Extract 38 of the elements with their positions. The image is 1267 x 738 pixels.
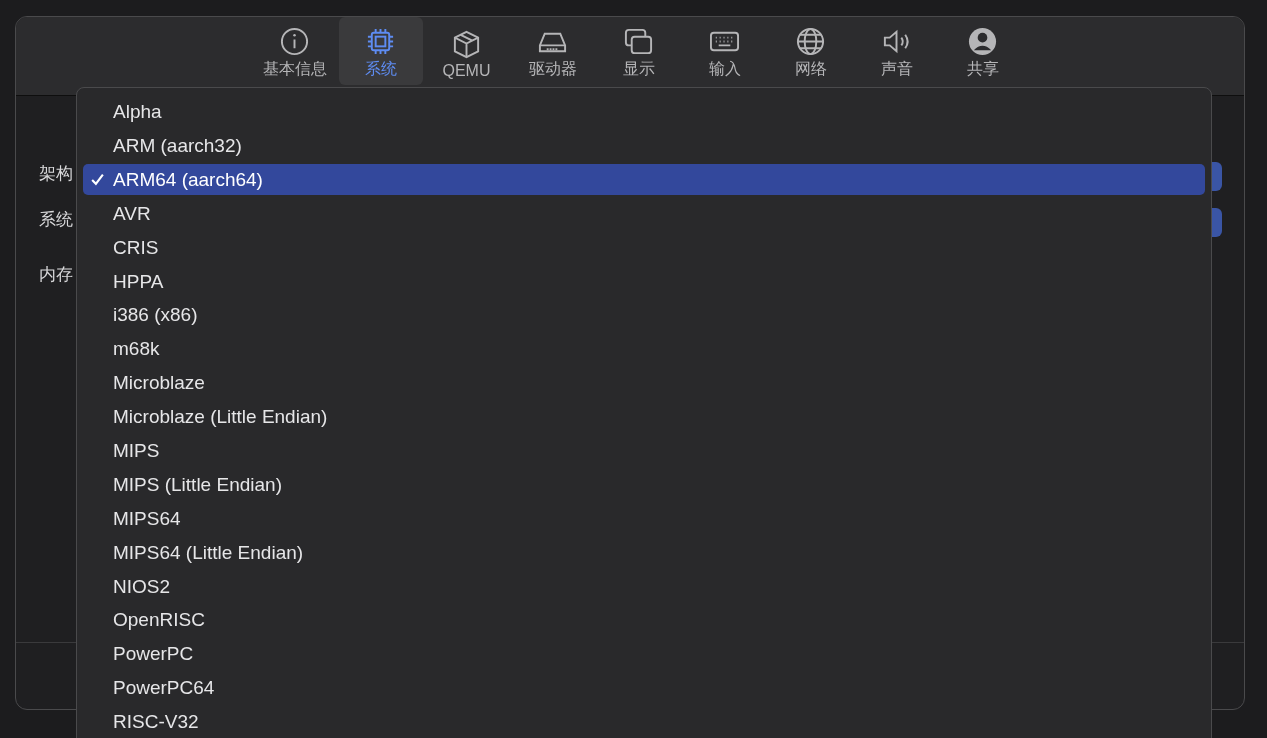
field-label: 架构 bbox=[39, 164, 73, 184]
menu-item[interactable]: NIOS2 bbox=[83, 569, 1205, 604]
windows-icon bbox=[623, 26, 654, 57]
chip-icon bbox=[365, 26, 396, 57]
globe-icon bbox=[795, 26, 826, 57]
menu-item[interactable]: HPPA bbox=[83, 264, 1205, 299]
menu-item[interactable]: Alpha bbox=[83, 95, 1205, 129]
menu-item[interactable]: i386 (x86) bbox=[83, 298, 1205, 333]
menu-item[interactable]: Microblaze bbox=[83, 366, 1205, 401]
menu-item[interactable]: OpenRISC bbox=[83, 603, 1205, 638]
toolbar-tab[interactable]: QEMU bbox=[424, 17, 509, 85]
menu-item[interactable]: ARM (aarch32) bbox=[83, 128, 1205, 163]
menu-item[interactable]: MIPS bbox=[83, 434, 1205, 468]
toolbar-tab[interactable]: 驱动器 bbox=[510, 17, 595, 85]
menu-item[interactable]: AVR bbox=[83, 196, 1205, 231]
toolbar-tab[interactable]: 声音 bbox=[854, 17, 939, 85]
menu-item[interactable]: MIPS64 (Little Endian) bbox=[83, 535, 1205, 570]
info-icon bbox=[279, 26, 310, 57]
toolbar-tab[interactable]: 显示 bbox=[596, 17, 681, 85]
toolbar-tab[interactable]: 输入 bbox=[682, 17, 767, 85]
menu-item[interactable]: Microblaze (Little Endian) bbox=[83, 400, 1205, 434]
menu-item[interactable]: PowerPC bbox=[83, 637, 1205, 672]
toolbar-tab[interactable]: 共享 bbox=[940, 17, 1025, 85]
cube-icon bbox=[451, 29, 482, 60]
person-icon bbox=[967, 26, 998, 57]
toolbar-tab[interactable]: 系统 bbox=[338, 17, 423, 85]
menu-item[interactable]: CRIS bbox=[83, 230, 1205, 265]
checkmark-icon bbox=[90, 172, 105, 188]
menu-item[interactable]: MIPS64 bbox=[83, 501, 1205, 536]
menu-item[interactable]: MIPS (Little Endian) bbox=[83, 467, 1205, 502]
menu-item[interactable]: ARM64 (aarch64) bbox=[83, 164, 1205, 196]
toolbar-tab[interactable]: 网络 bbox=[768, 17, 853, 85]
menu-item[interactable]: m68k bbox=[83, 332, 1205, 367]
field-label: 系统 bbox=[39, 210, 73, 230]
toolbar-tab[interactable]: 基本信息 bbox=[252, 17, 337, 85]
menu-item[interactable]: RISC-V32 bbox=[83, 705, 1205, 738]
menu-item[interactable]: PowerPC64 bbox=[83, 671, 1205, 706]
field-label: 内存 bbox=[39, 265, 73, 285]
